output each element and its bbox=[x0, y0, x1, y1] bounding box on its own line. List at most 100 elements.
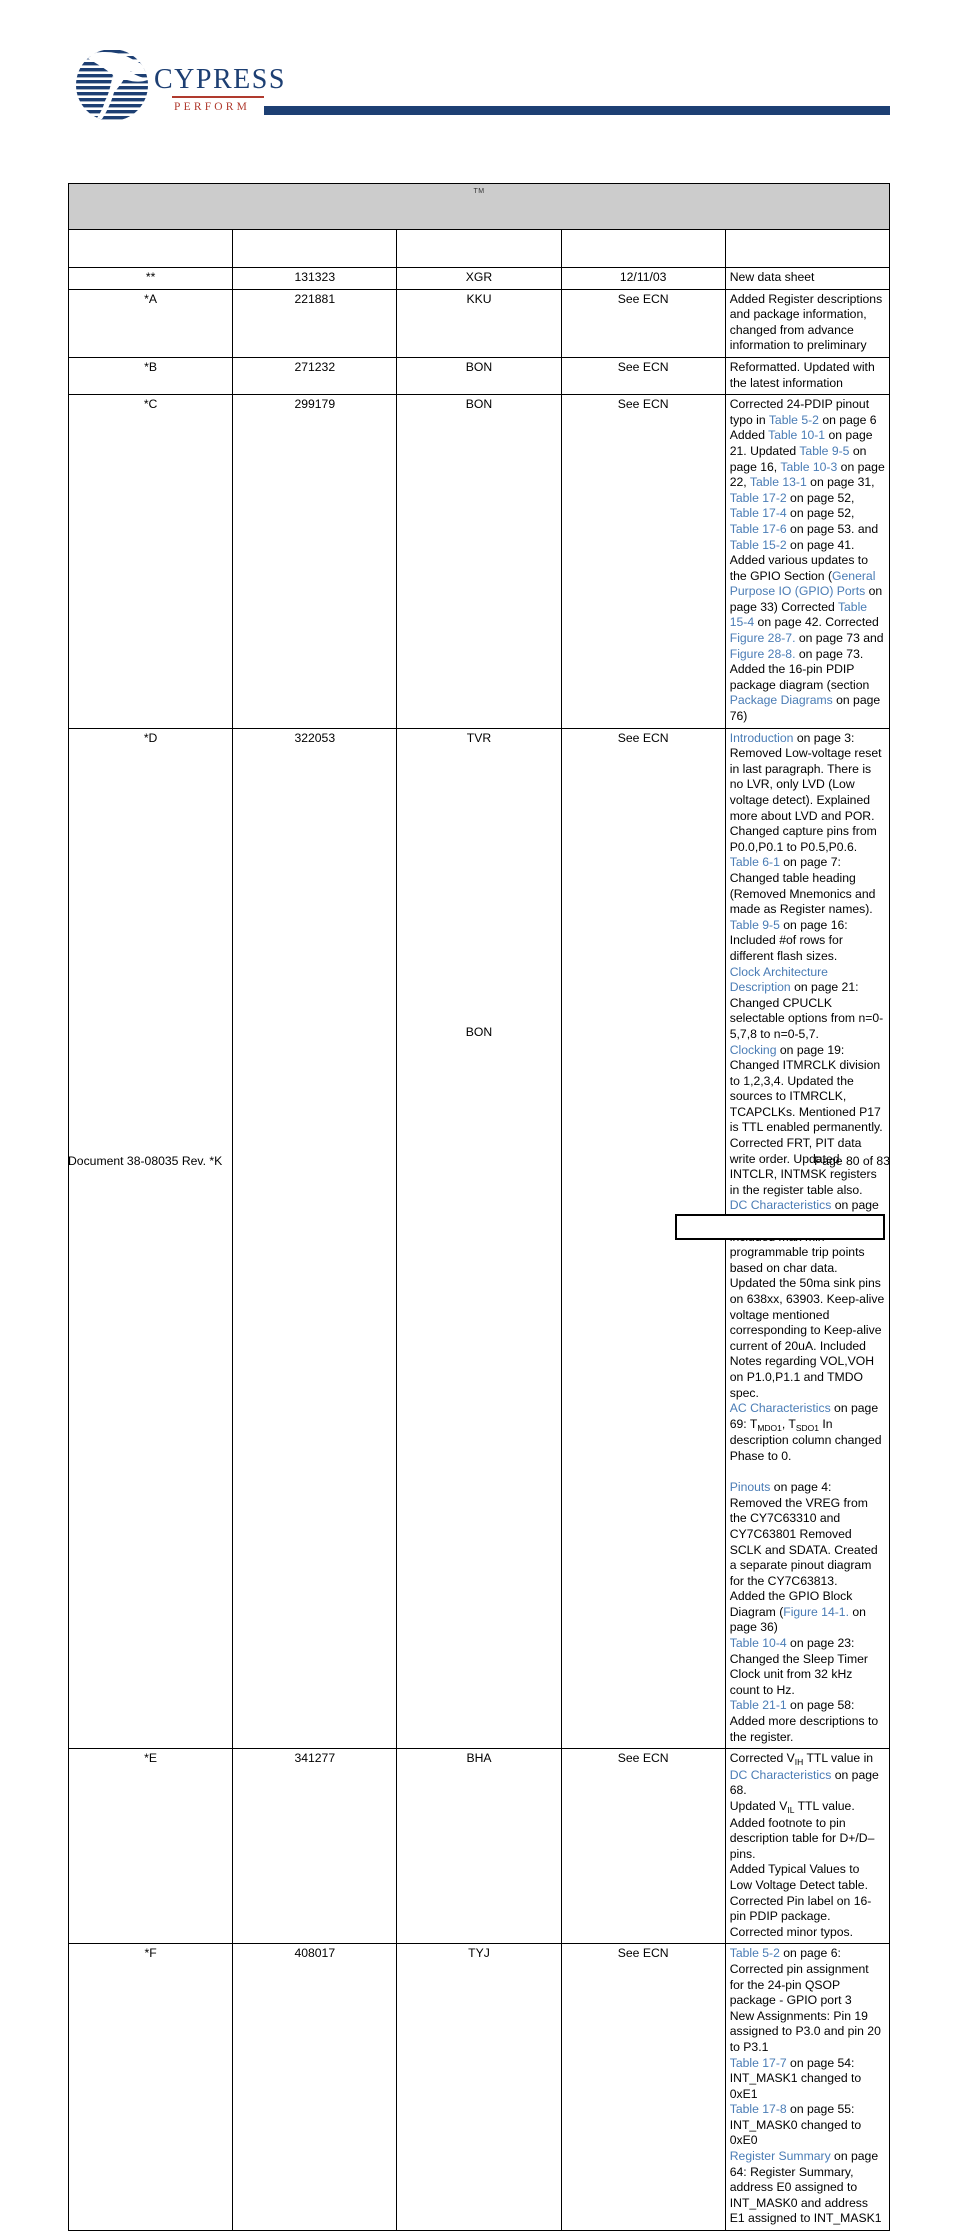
cross-reference-link[interactable]: Figure 28-7. bbox=[730, 631, 796, 645]
cell-revision: *B bbox=[67, 356, 234, 396]
description-paragraph: Table 5-2 on page 6: Corrected pin assig… bbox=[730, 1946, 885, 2008]
cross-reference-link[interactable]: Table 17-6 bbox=[730, 522, 787, 536]
cross-reference-link[interactable]: Table 15-2 bbox=[730, 538, 787, 552]
description-paragraph: Register Summary on page 64: Register Su… bbox=[730, 2149, 885, 2227]
cell-revision: ** bbox=[67, 267, 234, 290]
description-text: Corrected Pin label on 16-pin PDIP packa… bbox=[729, 1893, 872, 1924]
column-header-revision bbox=[67, 229, 234, 268]
cross-reference-link[interactable]: Figure 28-8. bbox=[730, 647, 796, 661]
footer-document-id: Document 38-08035 Rev. *K bbox=[68, 1154, 223, 1168]
description-paragraph: Added footnote to pin description table … bbox=[730, 1816, 885, 1863]
cross-reference-link[interactable]: DC Characteristics bbox=[730, 1198, 832, 1212]
cross-reference-link[interactable]: Table 17-8 bbox=[730, 2102, 787, 2116]
cell-ecn: 322053 bbox=[232, 727, 398, 1750]
table-column-header-row bbox=[67, 229, 891, 268]
cell-revision: *A bbox=[67, 288, 234, 358]
description-paragraph: Added Register descriptions and package … bbox=[730, 292, 885, 354]
cell-date: See ECN bbox=[560, 1943, 726, 2231]
cell-originator: KKU bbox=[396, 288, 562, 358]
cross-reference-link[interactable]: Table 17-2 bbox=[730, 491, 787, 505]
revision-history-table: TM ** 131323 XGR 12/11/03 New data sheet *A 22… bbox=[67, 183, 891, 2231]
description-text: on page 73 and bbox=[795, 631, 884, 646]
cross-reference-link[interactable]: Introduction bbox=[730, 731, 794, 745]
cross-reference-link[interactable]: Table 17-7 bbox=[730, 2056, 787, 2070]
description-paragraph: Corrected VIH TTL value in DC Characteri… bbox=[730, 1751, 885, 1799]
description-text: New data sheet bbox=[729, 270, 815, 284]
document-title-cell: TM bbox=[68, 183, 890, 230]
description-text: on page 19: Changed ITMRCLK division to … bbox=[729, 1042, 883, 1197]
cell-revision: *D bbox=[67, 727, 234, 1750]
cross-reference-link[interactable]: Table 9-5 bbox=[730, 918, 780, 932]
description-paragraph: Table 9-5 on page 16: Included #of rows … bbox=[730, 918, 885, 965]
description-text: , T bbox=[781, 1416, 796, 1431]
trademark-symbol: TM bbox=[473, 187, 485, 195]
description-paragraph: Clock Architecture Description on page 2… bbox=[730, 965, 885, 1043]
cypress-wordmark: CYPRESS PERFORM bbox=[154, 66, 284, 113]
cross-reference-link[interactable]: Table 21-1 bbox=[730, 1698, 787, 1712]
cross-reference-link[interactable]: Table 13-1 bbox=[750, 475, 807, 489]
table-row: *A 221881 KKU See ECN Added Register descrip… bbox=[67, 288, 891, 358]
description-paragraph: Reformatted. Updated with the latest inf… bbox=[730, 360, 885, 391]
description-text: Added footnote to pin description table … bbox=[729, 1815, 875, 1861]
cell-ecn: 299179 bbox=[232, 394, 398, 729]
description-text: on page 42. Corrected bbox=[754, 615, 879, 630]
description-paragraph: Table 6-1 on page 7: Changed table headi… bbox=[730, 855, 885, 917]
cell-originator: TVR BON bbox=[396, 727, 562, 1750]
cell-ecn: 131323 bbox=[232, 267, 398, 290]
description-text: Added Typical Values to Low Voltage Dete… bbox=[729, 1862, 868, 1892]
cross-reference-link[interactable]: Table 10-4 bbox=[730, 1636, 787, 1650]
cross-reference-link[interactable]: Clocking bbox=[730, 1043, 777, 1057]
description-paragraph: Clocking on page 19: Changed ITMRCLK div… bbox=[730, 1043, 885, 1199]
bottom-right-box bbox=[675, 1214, 885, 1240]
column-header-originator bbox=[396, 229, 562, 268]
cell-date: See ECN bbox=[560, 1748, 726, 1945]
page-header: CYPRESS PERFORM bbox=[0, 0, 954, 140]
cross-reference-link[interactable]: Package Diagrams bbox=[730, 693, 833, 707]
cell-ecn: 221881 bbox=[232, 288, 398, 358]
header-accent-bar bbox=[264, 106, 890, 115]
cross-reference-link[interactable]: Table 10-1 bbox=[768, 428, 825, 442]
cross-reference-link[interactable]: Table 10-3 bbox=[780, 460, 837, 474]
cell-revision: *F bbox=[67, 1943, 234, 2231]
cross-reference-link[interactable]: Table 5-2 bbox=[769, 413, 819, 427]
cross-reference-link[interactable]: DC Characteristics bbox=[730, 1768, 832, 1782]
cell-originator-secondary: BON bbox=[465, 1024, 493, 1039]
description-paragraph: Corrected Pin label on 16-pin PDIP packa… bbox=[730, 1894, 885, 1925]
cross-reference-link[interactable]: Figure 14-1. bbox=[783, 1605, 849, 1619]
cross-reference-link[interactable]: Table 9-5 bbox=[799, 444, 849, 458]
cross-reference-link[interactable]: Table 17-4 bbox=[730, 506, 787, 520]
cell-originator: TYJ bbox=[396, 1943, 562, 2231]
cross-reference-link[interactable]: Table 5-2 bbox=[730, 1946, 780, 1960]
cell-description: Corrected 24-PDIP pinout typo in Table 5… bbox=[724, 394, 891, 729]
cell-description: Reformatted. Updated with the latest inf… bbox=[724, 356, 891, 396]
description-text: on page 31, bbox=[806, 475, 875, 490]
description-text: on page 3: Removed Low-voltage reset in … bbox=[729, 730, 882, 854]
brand-tagline: PERFORM bbox=[174, 100, 251, 113]
cross-reference-link[interactable]: Table 6-1 bbox=[730, 855, 780, 869]
cell-description: Added Register descriptions and package … bbox=[724, 288, 891, 358]
description-paragraph: Corrected 24-PDIP pinout typo in Table 5… bbox=[730, 397, 885, 724]
column-header-ecn bbox=[232, 229, 398, 268]
subscript-text: IL bbox=[787, 1805, 795, 1815]
description-text: Updated V bbox=[729, 1799, 788, 1813]
cell-date: See ECN bbox=[560, 288, 726, 358]
cross-reference-link[interactable]: Pinouts bbox=[730, 1480, 771, 1494]
cell-description: Corrected VIH TTL value in DC Characteri… bbox=[724, 1748, 891, 1945]
cell-originator: BON bbox=[396, 356, 562, 396]
cross-reference-link[interactable]: AC Characteristics bbox=[730, 1401, 831, 1415]
description-paragraph: Corrected minor typos. bbox=[730, 1925, 885, 1941]
cell-originator: BHA bbox=[396, 1748, 562, 1945]
column-header-date bbox=[560, 229, 726, 268]
description-paragraph: New data sheet bbox=[730, 270, 885, 286]
description-text: TTL value. bbox=[794, 1799, 855, 1813]
description-text: New Assignments: Pin 19 assigned to P3.0… bbox=[729, 2008, 881, 2054]
cross-reference-link[interactable]: Register Summary bbox=[730, 2149, 831, 2163]
subscript-text: SDO1 bbox=[795, 1422, 820, 1433]
subscript-text: MDO1 bbox=[757, 1422, 782, 1433]
table-row: ** 131323 XGR 12/11/03 New data sheet bbox=[67, 267, 891, 290]
cell-revision: *C bbox=[67, 394, 234, 729]
cell-description: Table 5-2 on page 6: Corrected pin assig… bbox=[724, 1943, 891, 2231]
table-row: *C 299179 BON See ECN Corrected 24-PDIP pino… bbox=[67, 394, 891, 729]
table-title-row: TM bbox=[68, 183, 890, 230]
description-paragraph: Pinouts on page 4: Removed the VREG from… bbox=[730, 1480, 885, 1589]
